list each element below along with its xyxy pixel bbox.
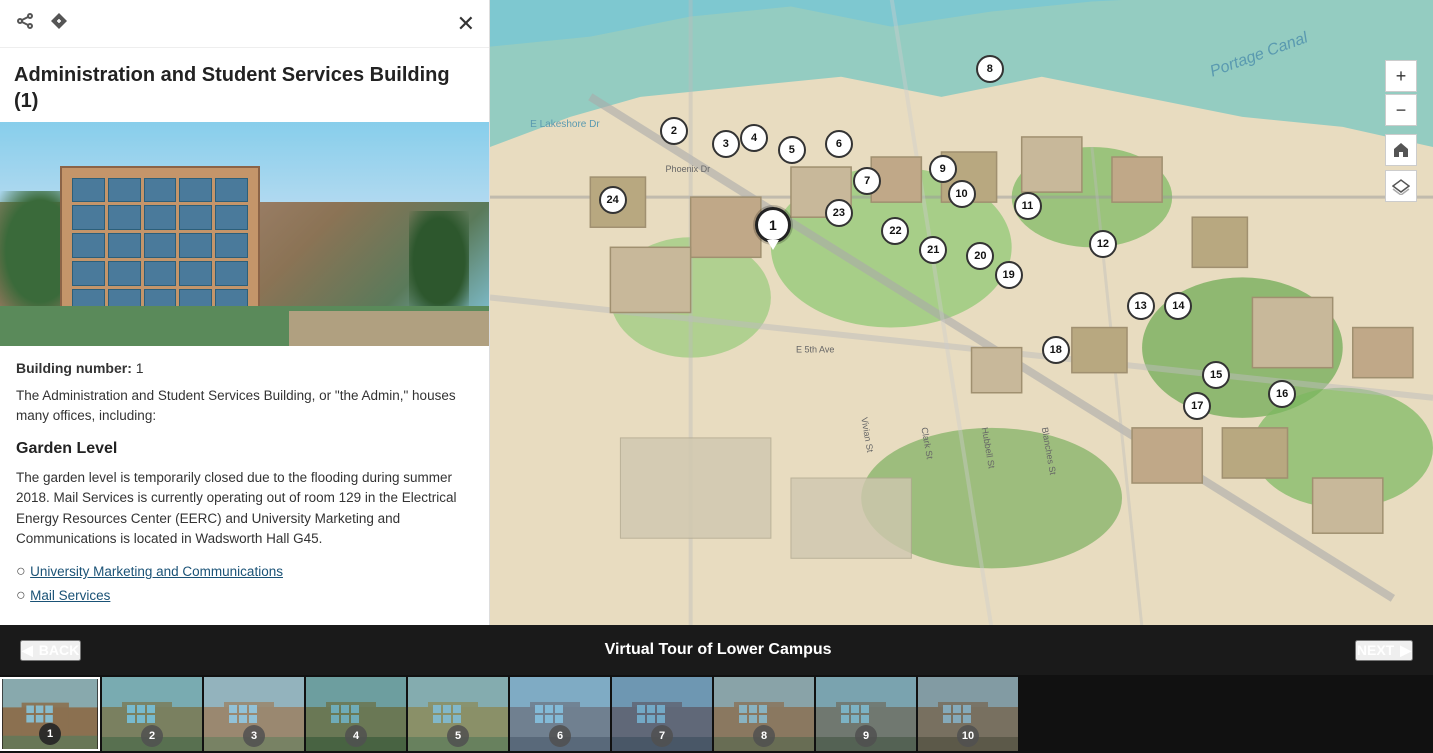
link-item-0: University Marketing and Communications [16, 563, 473, 581]
panel-header: ✕ [0, 0, 489, 48]
map-marker-11[interactable]: 11 [1014, 192, 1042, 220]
map-marker-5[interactable]: 5 [778, 136, 806, 164]
thumbnail-10[interactable]: 10 [918, 677, 1018, 751]
thumb-number-10: 10 [957, 725, 979, 747]
map-marker-18[interactable]: 18 [1042, 336, 1070, 364]
map-marker-12[interactable]: 12 [1089, 230, 1117, 258]
thumbnail-3[interactable]: 3 [204, 677, 304, 751]
mail-services-link[interactable]: Mail Services [30, 588, 110, 603]
map-marker-17[interactable]: 17 [1183, 392, 1211, 420]
map-marker-6[interactable]: 6 [825, 130, 853, 158]
thumb-number-9: 9 [855, 725, 877, 747]
share-button[interactable] [14, 10, 36, 37]
thumbnail-4[interactable]: 4 [306, 677, 406, 751]
building-number: Building number: 1 [16, 360, 473, 376]
map-marker-13[interactable]: 13 [1127, 292, 1155, 320]
link-item-1: Mail Services [16, 587, 473, 605]
map-container[interactable]: Portage Canal E Lakeshore Dr Vivian St C… [490, 0, 1433, 625]
thumb-number-4: 4 [345, 725, 367, 747]
number-label: Building number: [16, 360, 136, 376]
close-button[interactable]: ✕ [457, 11, 475, 37]
map-marker-1[interactable]: 1 [755, 207, 791, 243]
bottom-bar: ◀ BACK Virtual Tour of Lower Campus NEXT… [0, 625, 1433, 675]
thumbnail-5[interactable]: 5 [408, 677, 508, 751]
zoom-in-button[interactable]: + [1385, 60, 1417, 92]
map-marker-9[interactable]: 9 [929, 155, 957, 183]
map-marker-24[interactable]: 24 [599, 186, 627, 214]
zoom-out-button[interactable]: − [1385, 94, 1417, 126]
map-marker-2[interactable]: 2 [660, 117, 688, 145]
thumbnail-7[interactable]: 7 [612, 677, 712, 751]
thumbnail-8[interactable]: 8 [714, 677, 814, 751]
map-controls: + − [1385, 60, 1417, 202]
thumb-number-2: 2 [141, 725, 163, 747]
directions-button[interactable] [48, 10, 70, 37]
thumbnail-strip: 1 2 3 [0, 675, 1433, 753]
back-label: BACK [39, 642, 79, 658]
thumbnail-2[interactable]: 2 [102, 677, 202, 751]
header-icons [14, 10, 449, 37]
home-button[interactable] [1385, 134, 1417, 166]
map-marker-22[interactable]: 22 [881, 217, 909, 245]
university-marketing-link[interactable]: University Marketing and Communications [30, 564, 283, 579]
thumbnail-1[interactable]: 1 [0, 677, 100, 751]
thumb-number-1: 1 [39, 723, 61, 745]
svg-text:E Lakeshore Dr: E Lakeshore Dr [530, 119, 600, 130]
map-marker-10[interactable]: 10 [948, 180, 976, 208]
building-photo [0, 122, 489, 346]
garden-level-text: The garden level is temporarily closed d… [16, 468, 473, 549]
detail-panel: ✕ Administration and Student Services Bu… [0, 0, 490, 625]
layers-button[interactable] [1385, 170, 1417, 202]
tour-title: Virtual Tour of Lower Campus [81, 641, 1355, 659]
panel-body: Building number: 1 The Administration an… [0, 346, 489, 626]
thumb-number-5: 5 [447, 725, 469, 747]
close-icon: ✕ [457, 11, 475, 36]
map-marker-14[interactable]: 14 [1164, 292, 1192, 320]
links-list: University Marketing and Communications … [16, 563, 473, 605]
building-title: Administration and Student Services Buil… [0, 48, 489, 122]
garden-level-heading: Garden Level [16, 440, 473, 458]
map-marker-16[interactable]: 16 [1268, 380, 1296, 408]
thumbnail-9[interactable]: 9 [816, 677, 916, 751]
map-marker-7[interactable]: 7 [853, 167, 881, 195]
map-marker-8[interactable]: 8 [976, 55, 1004, 83]
thumb-number-6: 6 [549, 725, 571, 747]
thumb-number-7: 7 [651, 725, 673, 747]
thumbnail-6[interactable]: 6 [510, 677, 610, 751]
map-marker-4[interactable]: 4 [740, 124, 768, 152]
map-marker-20[interactable]: 20 [966, 242, 994, 270]
thumb-number-8: 8 [753, 725, 775, 747]
map-marker-3[interactable]: 3 [712, 130, 740, 158]
back-button[interactable]: ◀ BACK [20, 640, 81, 661]
next-arrow-icon: ▶ [1400, 642, 1411, 659]
map-marker-15[interactable]: 15 [1202, 361, 1230, 389]
map-marker-19[interactable]: 19 [995, 261, 1023, 289]
thumb-number-3: 3 [243, 725, 265, 747]
map-marker-21[interactable]: 21 [919, 236, 947, 264]
building-description: The Administration and Student Services … [16, 386, 473, 427]
svg-text:E 5th Ave: E 5th Ave [796, 345, 834, 355]
svg-text:Phoenix Dr: Phoenix Dr [666, 164, 711, 174]
back-arrow-icon: ◀ [22, 642, 33, 659]
next-button[interactable]: NEXT ▶ [1355, 640, 1413, 661]
number-value: 1 [136, 360, 144, 376]
next-label: NEXT [1357, 642, 1394, 658]
map-marker-23[interactable]: 23 [825, 199, 853, 227]
